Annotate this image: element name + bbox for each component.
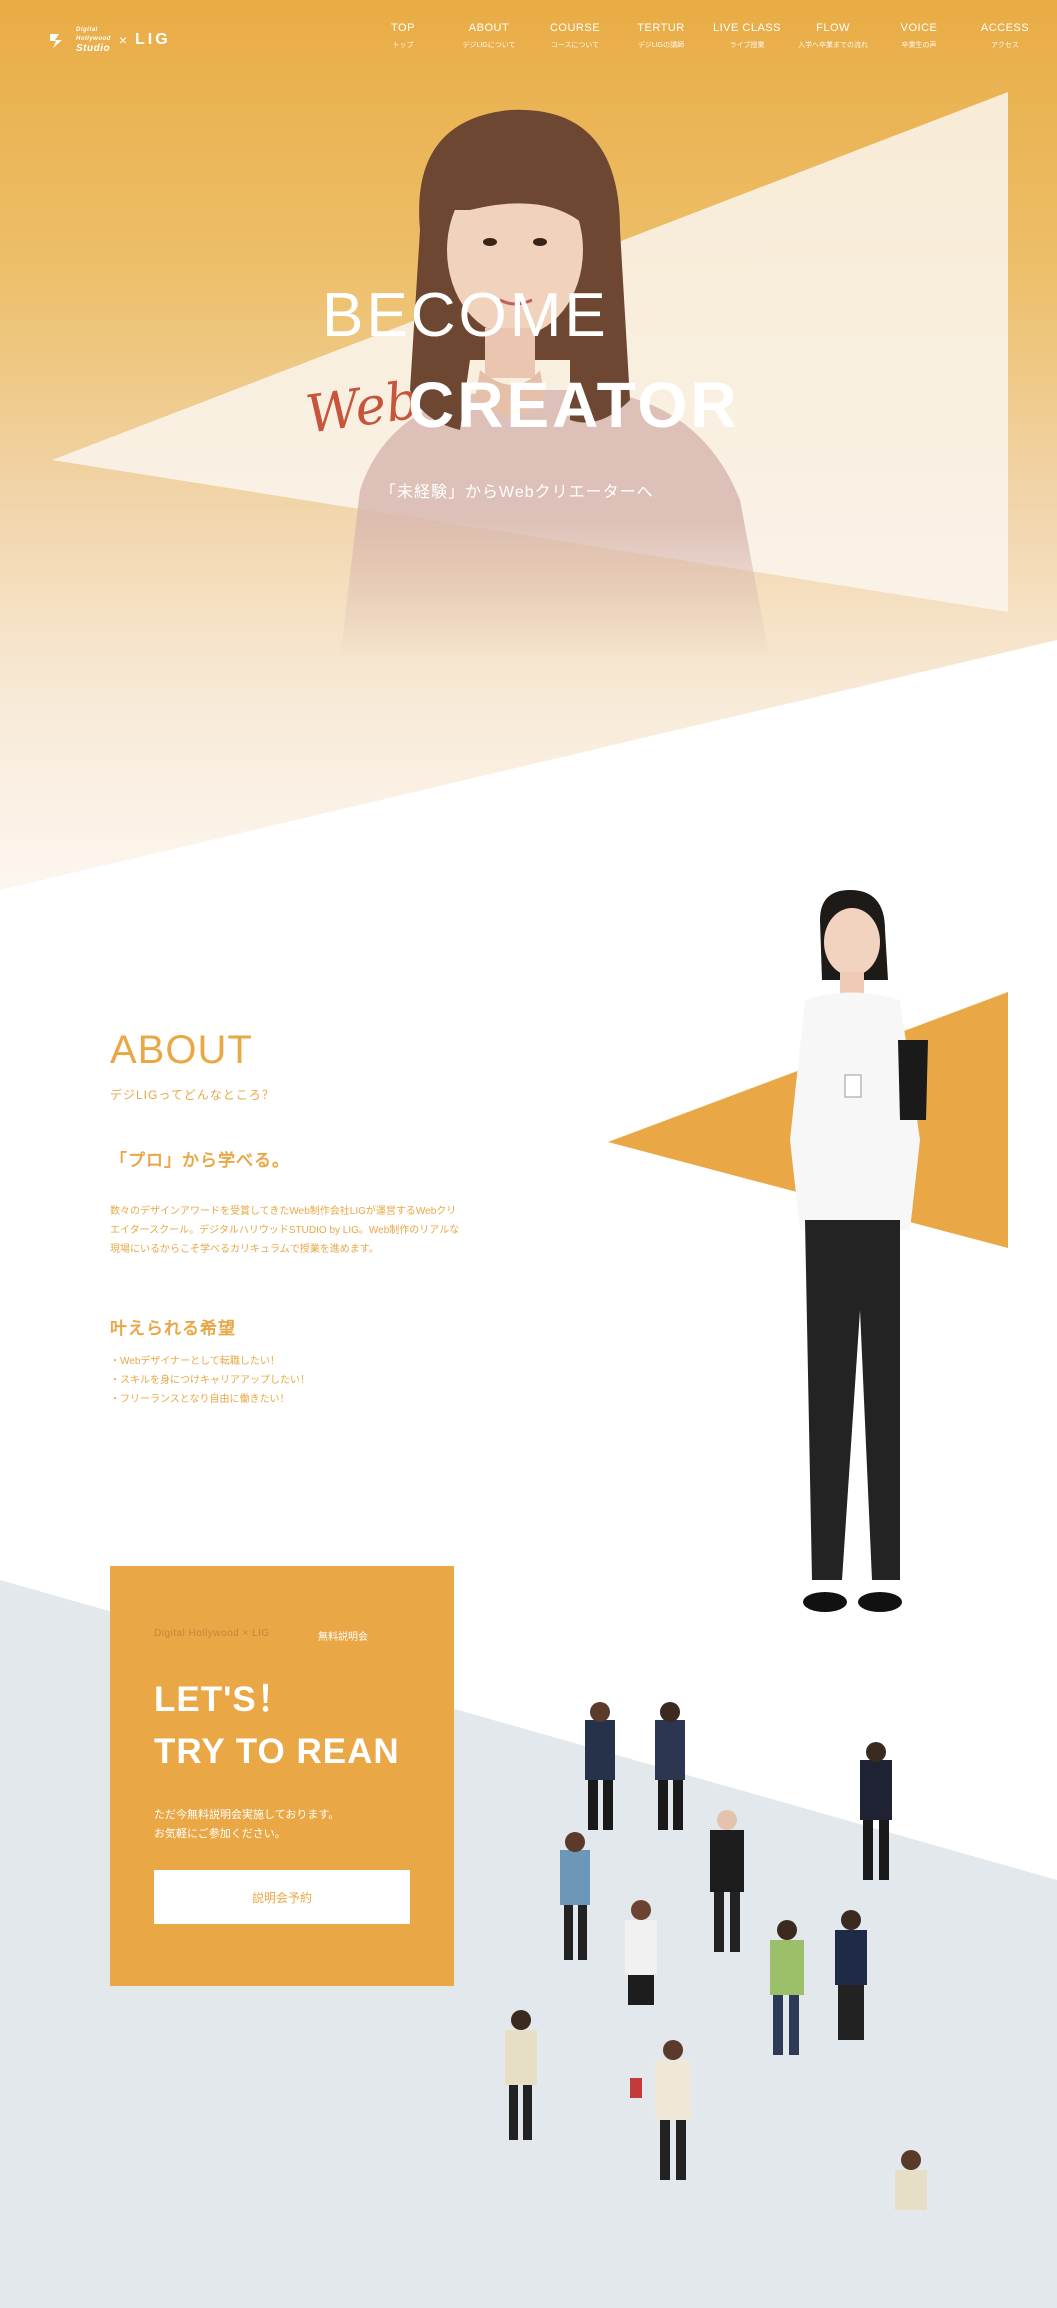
seminar-description: ただ今無料説明会実施しております。 お気軽にご参加ください。 [154,1809,340,1840]
about-paragraph: 数々のデザインアワードを受賞してきたWeb制作会社LIGが運営するWebクリエイ… [110,1206,460,1255]
about-subtitle: デジLIGってどんなところ？ [110,1088,275,1102]
hero-subtitle: 「未経験」からWebクリエーターへ [380,484,654,501]
wishes-list: ・Webデザイナーとして転職したい！ ・スキルを身につけキャリアアップしたい！ … [110,1352,310,1409]
nav-item-live-class[interactable]: LIVE CLASS ライブ授業 [704,22,790,50]
list-item: ・スキルを身につけキャリアアップしたい！ [110,1375,310,1386]
nav-item-voice[interactable]: VOICE 卒業生の声 [876,22,962,50]
list-item: ・Webデザイナーとして転職したい！ [110,1356,280,1367]
logo-separator: × [118,31,128,48]
seminar-card: Digital Hollywood × LIG 無料説明会 LET'S！ TRY… [110,1566,454,1986]
nav-item-access[interactable]: ACCESS アクセス [962,22,1048,50]
seminar-tag: 無料説明会 [318,1632,368,1643]
brand-logo[interactable]: Digital Hollywood Studio × LIG [50,26,171,54]
hero-heading-creator: CREATOR [408,369,740,441]
digital-hollywood-mark-icon [50,33,62,48]
seminar-brand: Digital Hollywood × LIG [154,1628,270,1639]
list-item: ・フリーランスとなり自由に働きたい！ [110,1394,290,1405]
about-heading-pro: 「プロ」から学べる。 [110,1151,290,1170]
hero-heading-become: BECOME [322,281,609,350]
nav-item-course[interactable]: COURSE コースについて [532,22,618,50]
nav-item-top[interactable]: TOP トップ [360,22,446,50]
nav-item-flow[interactable]: FLOW 入学へ卒業までの流れ [790,22,876,50]
nav-item-tertur[interactable]: TERTUR デジLIGの講師 [618,22,704,50]
lig-logo: LIG [135,30,171,48]
global-nav: TOP トップ ABOUT デジLIGについて COURSE コースについて TERT… [360,22,1048,50]
about-heading-wishes: 叶えられる希望 [110,1319,236,1338]
nav-item-about[interactable]: ABOUT デジLIGについて [446,22,532,50]
logo-wordmark: Digital Hollywood Studio [76,27,111,54]
about-title: ABOUT [110,1028,253,1072]
crowd-photo [505,1702,927,2210]
seminar-reserve-button[interactable]: 説明会予約 [154,1870,410,1924]
seminar-title: LET'S！ TRY TO REAN [154,1680,400,1771]
about-woman-photo [790,890,928,1612]
